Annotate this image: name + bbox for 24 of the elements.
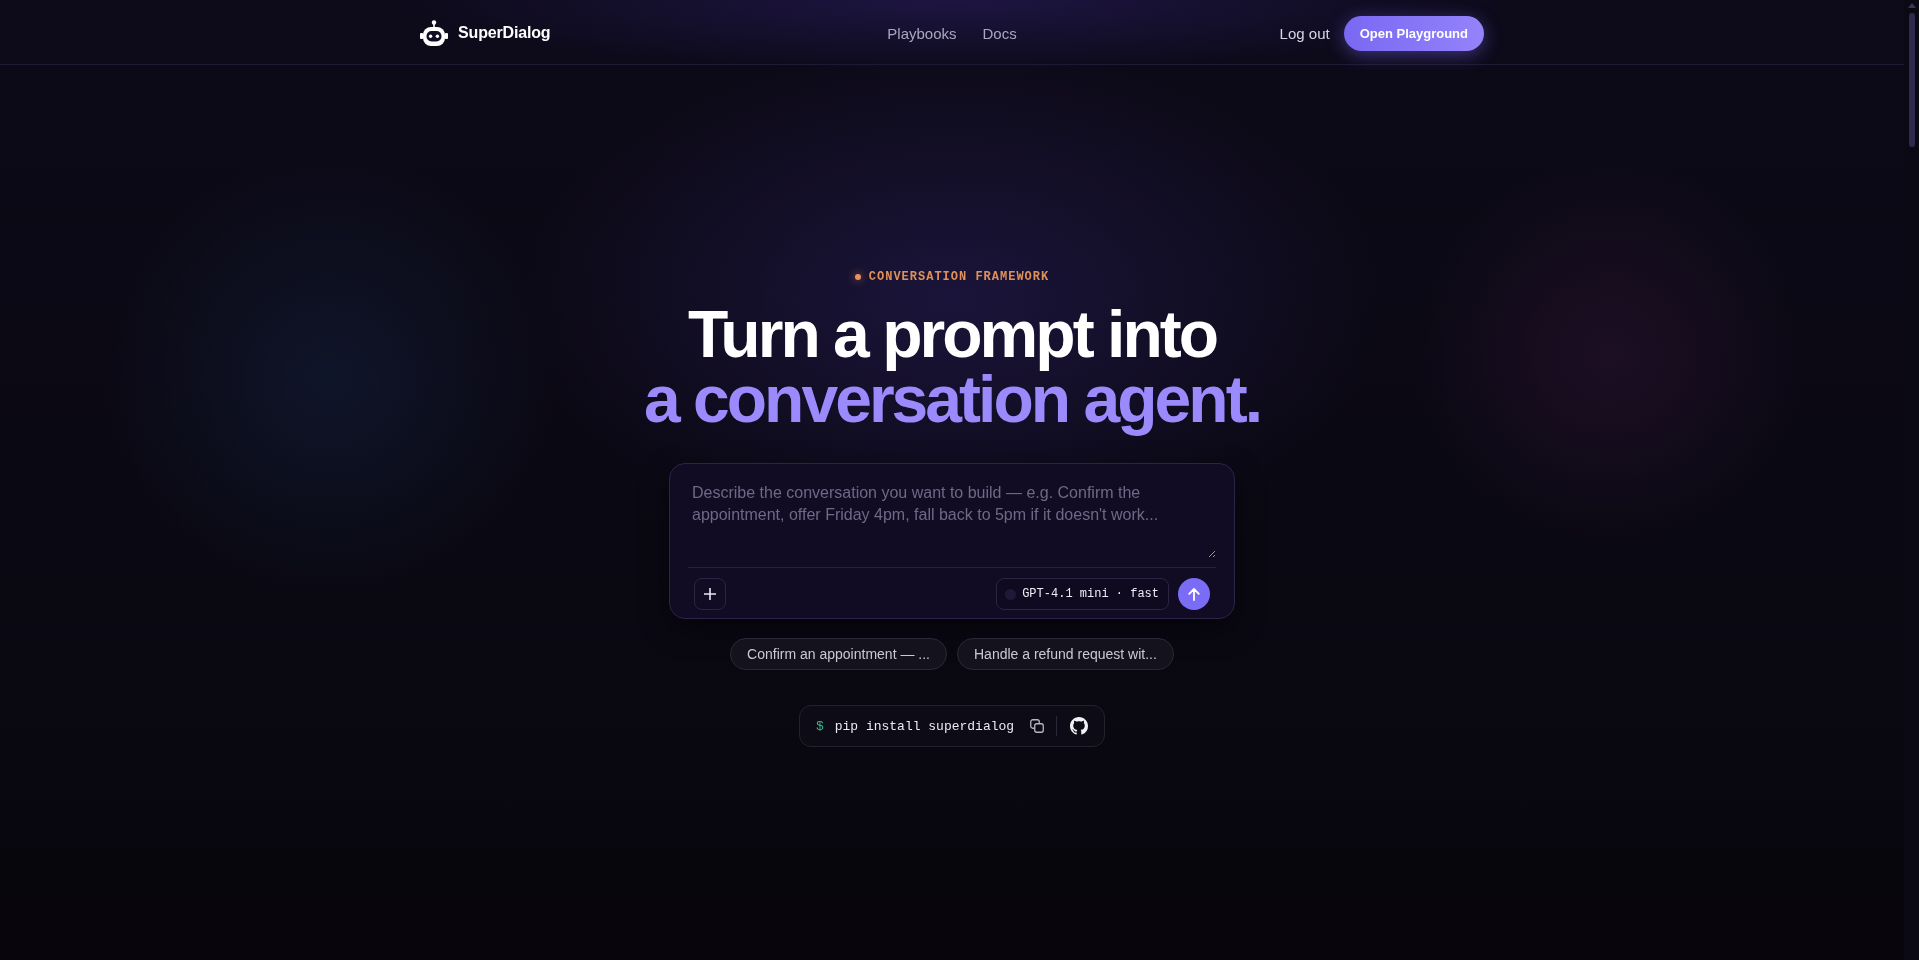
nav-link[interactable]: Playbooks xyxy=(887,24,957,42)
suggestion-chip[interactable]: Confirm an appointment — ... xyxy=(730,638,947,670)
plus-icon xyxy=(704,588,716,600)
log-out-link[interactable]: Log out xyxy=(1279,24,1330,42)
scrollbar[interactable] xyxy=(1904,0,1919,960)
scrollbar-thumb[interactable] xyxy=(1908,13,1915,147)
eyebrow-label: CONVERSATION FRAMEWORK xyxy=(868,269,1050,285)
suggestion-chip[interactable]: Handle a refund request wit... xyxy=(957,638,1174,670)
add-button[interactable] xyxy=(694,578,726,610)
send-button[interactable] xyxy=(1178,578,1210,610)
model-dot-icon xyxy=(1005,588,1017,600)
nav-link[interactable]: Docs xyxy=(982,24,1017,42)
install-command: pip install superdialog xyxy=(834,718,1015,734)
open-playground-button[interactable]: Open Playground xyxy=(1343,15,1484,51)
model-selector[interactable]: GPT-4.1 mini · fast xyxy=(996,578,1169,610)
dot-icon xyxy=(854,274,861,280)
copy-icon[interactable] xyxy=(1030,719,1045,733)
arrow-up-icon xyxy=(1188,587,1200,601)
prompt-symbol: $ xyxy=(815,718,824,734)
brand-name[interactable]: SuperDialog xyxy=(458,24,551,42)
prompt-composer[interactable]: Describe the conversation you want to build — e.g. Confirm the appointment, offer Friday 4pm, fall back to 5pm if it doesn't work... GPT-4.1 mini · fast xyxy=(669,463,1235,619)
github-icon[interactable] xyxy=(1070,717,1089,735)
robot-logo-icon[interactable] xyxy=(420,20,448,46)
prompt-input[interactable]: Describe the conversation you want to build — e.g. Confirm the appointment, offer Friday 4pm, fall back to 5pm if it doesn't work... xyxy=(688,482,1216,558)
